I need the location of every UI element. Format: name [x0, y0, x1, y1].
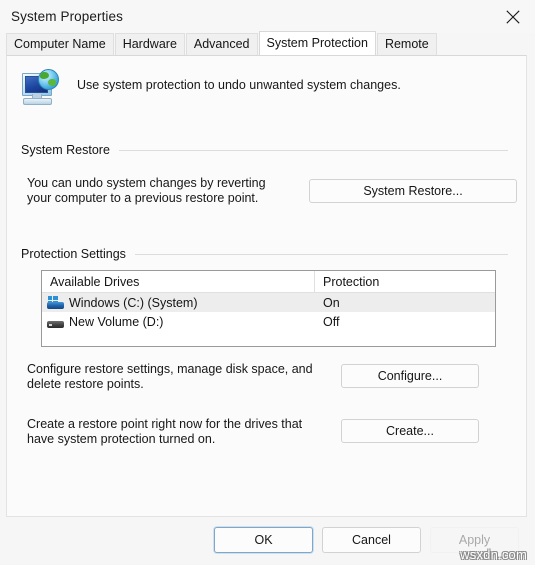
column-header-protection: Protection — [323, 274, 380, 289]
system-restore-button[interactable]: System Restore... — [309, 179, 517, 203]
protection-settings-group: Protection Settings Available Drives Pro… — [21, 246, 508, 447]
tab-computer-name[interactable]: Computer Name — [6, 33, 114, 55]
protection-settings-group-title: Protection Settings — [21, 247, 126, 261]
system-protection-tab-page: Use system protection to undo unwanted s… — [6, 55, 527, 517]
drive-protection-state: On — [323, 295, 340, 310]
system-restore-group: System Restore You can undo system chang… — [21, 142, 517, 206]
group-divider — [134, 253, 508, 255]
available-drives-table[interactable]: Available Drives Protection Windows (C:)… — [41, 270, 496, 347]
cancel-button[interactable]: Cancel — [322, 527, 421, 553]
table-row[interactable]: Windows (C:) (System) On — [42, 293, 495, 312]
create-description: Create a restore point right now for the… — [27, 417, 303, 446]
create-button[interactable]: Create... — [341, 419, 479, 443]
system-restore-group-title: System Restore — [21, 143, 110, 157]
tab-remote[interactable]: Remote — [376, 33, 437, 55]
windows-drive-icon — [47, 295, 64, 310]
tab-system-protection[interactable]: System Protection — [258, 31, 376, 55]
apply-button: Apply — [430, 527, 519, 553]
configure-description: Configure restore settings, manage disk … — [27, 362, 313, 391]
page-header: Use system protection to undo unwanted s… — [7, 56, 526, 109]
system-restore-row: You can undo system changes by reverting… — [21, 176, 517, 206]
hard-drive-icon — [47, 315, 64, 329]
drive-name: Windows (C:) (System) — [69, 295, 198, 310]
system-restore-group-header: System Restore — [21, 142, 508, 158]
ok-button[interactable]: OK — [214, 527, 313, 553]
create-row: Create a restore point right now for the… — [21, 417, 508, 447]
title-bar: System Properties — [0, 0, 535, 33]
system-restore-description: You can undo system changes by reverting… — [27, 176, 266, 205]
drive-name: New Volume (D:) — [69, 314, 164, 329]
close-icon[interactable] — [490, 0, 535, 33]
configure-row: Configure restore settings, manage disk … — [21, 362, 508, 392]
group-divider — [118, 149, 508, 151]
page-header-text: Use system protection to undo unwanted s… — [77, 78, 401, 92]
table-row[interactable]: New Volume (D:) Off — [42, 312, 495, 331]
computer-globe-icon — [19, 69, 61, 109]
tab-hardware[interactable]: Hardware — [114, 33, 185, 55]
drive-protection-state: Off — [323, 314, 340, 329]
tab-strip: Computer Name Hardware Advanced System P… — [0, 31, 535, 55]
column-divider — [314, 271, 315, 292]
table-header-row: Available Drives Protection — [42, 271, 495, 293]
dialog-button-bar: OK Cancel Apply wsxdn.com — [0, 517, 535, 565]
system-properties-window: System Properties Computer Name Hardware… — [0, 0, 535, 565]
configure-button[interactable]: Configure... — [341, 364, 479, 388]
window-title: System Properties — [11, 9, 123, 24]
column-header-available-drives: Available Drives — [50, 274, 140, 289]
tab-advanced[interactable]: Advanced — [185, 33, 258, 55]
protection-settings-group-header: Protection Settings — [21, 246, 508, 262]
